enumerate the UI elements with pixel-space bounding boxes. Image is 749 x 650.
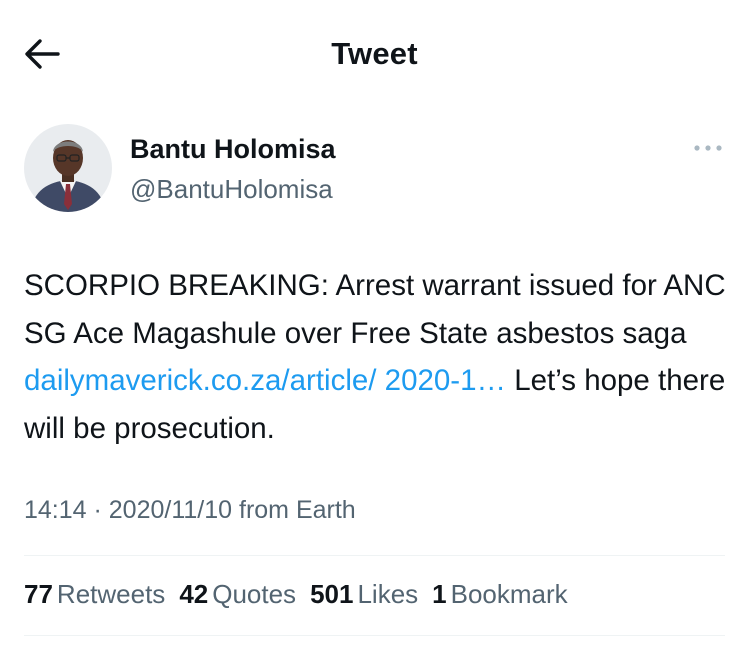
quotes-count: 42 [179, 579, 209, 609]
bookmarks-stat[interactable]: 1 Bookmark [432, 579, 568, 610]
tweet-body: SCORPIO BREAKING: Arrest warrant issued … [24, 262, 730, 452]
author-handle[interactable]: @BantuHolomisa [130, 174, 333, 205]
avatar[interactable] [24, 124, 112, 212]
tweet-source: from Earth [232, 496, 356, 524]
meta-separator: · [86, 496, 109, 524]
top-bar: Tweet [0, 0, 749, 108]
tweet-author: Bantu Holomisa @BantuHolomisa [24, 124, 725, 216]
more-options-button[interactable] [691, 138, 725, 158]
author-display-name[interactable]: Bantu Holomisa [130, 134, 336, 165]
retweets-stat[interactable]: 77 Retweets [24, 579, 165, 610]
divider-top [24, 555, 725, 556]
retweets-count: 77 [24, 579, 53, 609]
avatar-portrait [24, 124, 112, 212]
tweet-text-part1: SCORPIO BREAKING: Arrest warrant issued … [24, 269, 726, 350]
tweet-stats: 77 Retweets 42 Quotes 501 Likes 1 Bookmark [24, 579, 582, 610]
bookmarks-count: 1 [432, 579, 447, 609]
likes-label: Likes [357, 579, 419, 609]
retweets-label: Retweets [56, 579, 166, 609]
tweet-meta: 14:14 · 2020/11/10 from Earth [24, 496, 356, 525]
quotes-label: Quotes [212, 579, 297, 609]
likes-count: 501 [310, 579, 354, 609]
tweet-date[interactable]: 2020/11/10 [109, 496, 232, 524]
more-horizontal-icon [694, 145, 722, 151]
article-link[interactable]: dailymaverick.co.za/article/ 2020-1… [24, 364, 506, 397]
likes-stat[interactable]: 501 Likes [310, 579, 418, 610]
bookmarks-label: Bookmark [450, 579, 568, 609]
tweet-time[interactable]: 14:14 [24, 496, 87, 524]
page-title: Tweet [331, 36, 418, 71]
divider-bottom [24, 635, 725, 636]
quotes-stat[interactable]: 42 Quotes [179, 579, 296, 610]
